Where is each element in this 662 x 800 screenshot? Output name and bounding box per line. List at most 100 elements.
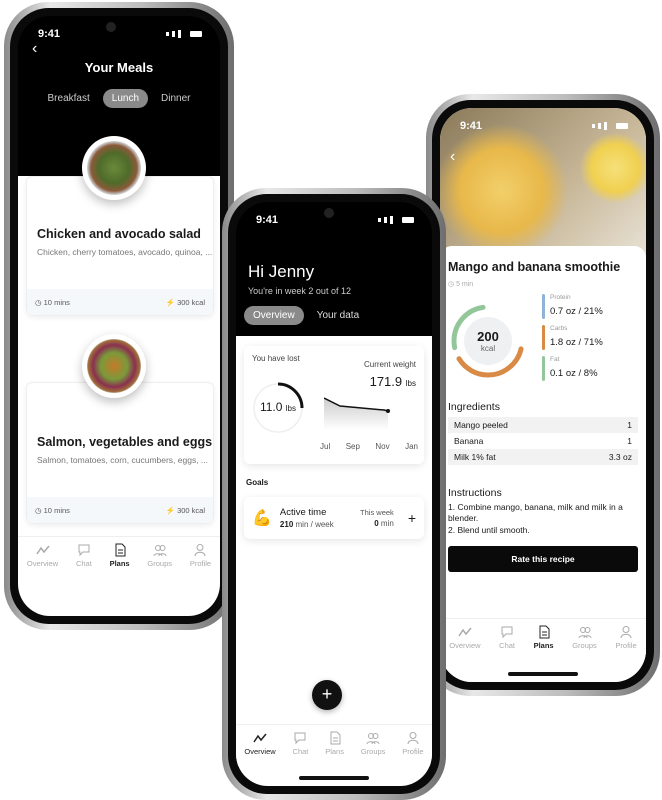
tab-overview[interactable]: Overview — [244, 731, 276, 760]
recipe-title: Mango and banana smoothie — [448, 260, 621, 274]
phone-overview: 9:41 Hi Jenny You're in week 2 out of 12… — [222, 188, 446, 800]
legend-fat: Fat 0.1 oz / 8% — [542, 356, 603, 381]
this-week-label: This week — [360, 508, 394, 517]
month-label: Jan — [405, 442, 418, 451]
meal-kcal: ⚡ 300 kcal — [165, 505, 205, 515]
tab-plans[interactable]: Plans — [534, 625, 554, 654]
tab-groups[interactable]: Groups — [361, 731, 385, 760]
meal-name: Chicken and avocado salad — [37, 227, 201, 241]
tab-breakfast[interactable]: Breakfast — [39, 89, 99, 108]
meal-kcal: ⚡ 300 kcal — [165, 297, 205, 307]
month-label: Sep — [345, 442, 360, 451]
goal-target: 210 — [279, 520, 294, 529]
groups-icon — [153, 545, 167, 557]
page-title: Your Meals — [84, 60, 154, 75]
tab-profile[interactable]: Profile — [402, 731, 424, 760]
meals-screen: 9:41 ‹ Your Meals Breakfast Lunch Dinner… — [18, 16, 220, 616]
phone-meals: 9:41 ‹ Your Meals Breakfast Lunch Dinner… — [4, 2, 234, 630]
overview-tabs: Overview Your data — [244, 306, 432, 325]
lost-unit: lbs — [285, 404, 297, 413]
lost-value: 11.0 — [259, 400, 283, 414]
legend-protein: Protein 0.7 oz / 21% — [542, 294, 603, 319]
week-progress: You're in week 2 out of 12 — [248, 286, 351, 296]
weight-card: You have lost 11.0 lbs Current weight 17… — [244, 346, 424, 464]
phone-recipe: 9:41 ‹ Mango and banana smoothie ◷ 5 min… — [426, 94, 660, 696]
legend-carbs: Carbs 1.8 oz / 71% — [542, 325, 603, 350]
ingredients-list: Mango peeled 1 Banana 1 Milk 1% fat 3.3 oz — [448, 417, 638, 465]
tab-chat[interactable]: Chat — [293, 731, 308, 760]
meal-ingredients: Salmon, tomatoes, corn, cucumbers, eggs,… — [37, 455, 209, 465]
current-weight-label: Current weight — [363, 360, 416, 369]
groups-icon — [578, 627, 591, 639]
weight-trend-chart — [324, 397, 390, 430]
tab-chat[interactable]: Chat — [499, 625, 515, 654]
salmon-bowl-photo — [82, 334, 146, 398]
meal-tabs: Breakfast Lunch Dinner — [18, 89, 220, 108]
bolt-icon: ⚡ — [165, 505, 175, 515]
activity-icon — [35, 545, 50, 555]
macro-legend: Protein 0.7 oz / 21% Carbs 1.8 oz / 71% Fa… — [542, 294, 603, 387]
tab-profile[interactable]: Profile — [190, 543, 211, 578]
month-label: Jul — [320, 442, 331, 451]
chat-icon — [294, 732, 306, 745]
salad-photo — [82, 136, 146, 200]
overview-screen: 9:41 Hi Jenny You're in week 2 out of 12… — [236, 202, 432, 786]
bolt-icon: ⚡ — [165, 297, 175, 307]
tab-overview[interactable]: Overview — [27, 543, 58, 578]
status-time: 9:41 — [256, 214, 279, 226]
chat-icon — [78, 544, 90, 557]
chat-icon — [501, 626, 513, 639]
back-icon[interactable]: ‹ — [32, 40, 37, 58]
tab-plans[interactable]: Plans — [325, 731, 344, 760]
document-icon — [539, 625, 550, 639]
tab-dinner[interactable]: Dinner — [152, 89, 199, 108]
tab-bar: Overview Chat Plans Groups Profile — [440, 618, 646, 660]
tab-lunch[interactable]: Lunch — [102, 89, 149, 108]
tab-groups[interactable]: Groups — [572, 625, 597, 654]
weight-trend-point — [386, 409, 390, 413]
flexed-bicep-icon: 💪 — [252, 510, 272, 527]
meal-time: ◷ 10 mins — [35, 297, 70, 307]
tab-overview[interactable]: Overview — [449, 625, 481, 654]
month-label: Nov — [375, 442, 390, 451]
goals-heading: Goals — [246, 478, 269, 487]
document-icon — [330, 731, 341, 745]
tab-overview-pill[interactable]: Overview — [244, 306, 304, 325]
add-goal-progress-button[interactable]: + — [408, 510, 416, 526]
tab-profile[interactable]: Profile — [615, 625, 637, 654]
this-week-value: 0 — [374, 519, 379, 528]
meal-card[interactable]: Salmon, vegetables and eggs Salmon, toma… — [26, 382, 214, 524]
tab-chat[interactable]: Chat — [76, 543, 92, 578]
current-weight-value: 171.9 — [369, 374, 403, 389]
status-time: 9:41 — [460, 120, 483, 132]
macro-donut: 200 kcal — [448, 301, 528, 457]
back-icon[interactable]: ‹ — [450, 148, 455, 166]
fab-add-button[interactable]: + — [312, 680, 342, 710]
tab-groups[interactable]: Groups — [147, 543, 172, 578]
status-icons — [165, 28, 202, 40]
instructions-text: 1. Combine mango, banana, milk and milk … — [448, 502, 623, 535]
goal-card-active-time[interactable]: 💪 Active time 210 min / week This week 0 m… — [244, 497, 424, 539]
status-bar: 9:41 — [440, 108, 646, 132]
status-bar: 9:41 — [236, 202, 432, 226]
tab-plans[interactable]: Plans — [110, 543, 130, 578]
ingredient-row: Banana 1 — [454, 436, 632, 446]
groups-icon — [366, 733, 380, 745]
home-indicator — [508, 672, 578, 676]
profile-icon — [194, 544, 206, 557]
home-indicator — [299, 776, 369, 780]
rate-recipe-button[interactable]: Rate this recipe — [448, 546, 638, 573]
kcal-unit: kcal — [480, 343, 496, 353]
status-icons — [591, 120, 628, 132]
weight-lost-gauge: 11.0 lbs — [252, 368, 304, 442]
meal-time: ◷ 10 mins — [35, 505, 70, 515]
meal-name: Salmon, vegetables and eggs — [37, 435, 213, 449]
status-icons — [377, 214, 414, 226]
profile-icon — [620, 626, 632, 639]
tab-your-data[interactable]: Your data — [308, 306, 368, 325]
tab-bar: Overview Chat Plans Groups Profile — [18, 536, 220, 584]
recipe-time: ◷ 5 min — [448, 281, 474, 288]
ingredient-row: Mango peeled 1 — [448, 417, 638, 433]
instructions-heading: Instructions — [448, 487, 502, 499]
meal-ingredients: Chicken, cherry tomatoes, avocado, quino… — [37, 247, 213, 257]
